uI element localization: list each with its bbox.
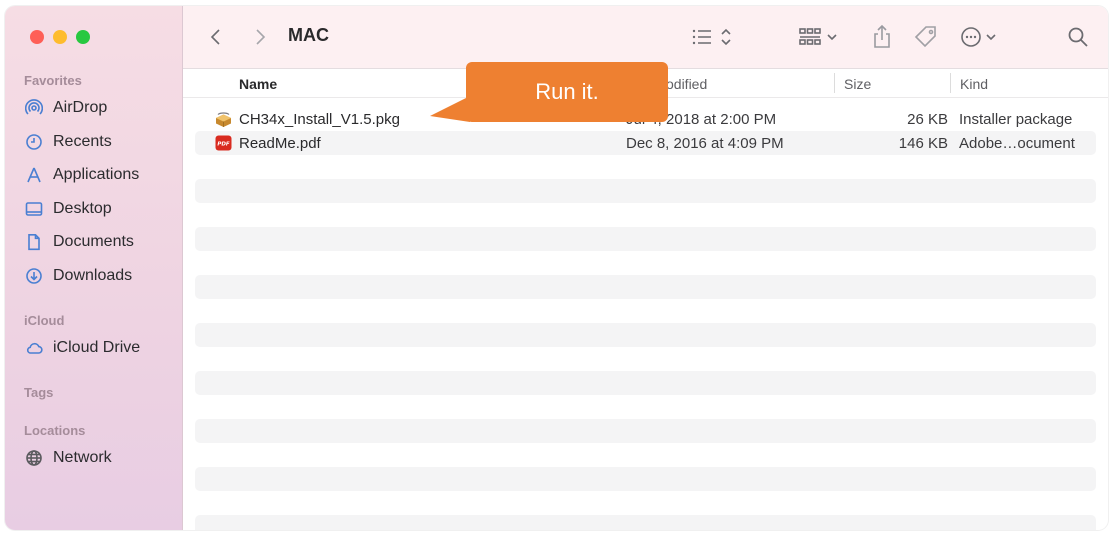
- group-button[interactable]: [799, 22, 843, 52]
- empty-row: [195, 491, 1096, 515]
- sidebar-item-label: Network: [53, 449, 112, 466]
- sidebar-section-icloud: iCloud: [24, 313, 65, 328]
- window-controls: [30, 30, 90, 44]
- sidebar-item-icloud-drive[interactable]: iCloud Drive: [24, 336, 140, 360]
- empty-row: [195, 203, 1096, 227]
- file-name: CH34x_Install_V1.5.pkg: [239, 111, 400, 128]
- sidebar-item-documents[interactable]: Documents: [24, 230, 134, 254]
- empty-row: [195, 179, 1096, 203]
- sidebar-item-label: AirDrop: [53, 99, 108, 116]
- document-icon: [24, 233, 43, 252]
- tag-button[interactable]: [912, 22, 940, 52]
- download-icon: [24, 267, 43, 286]
- package-icon: [216, 112, 231, 127]
- sidebar-item-network[interactable]: Network: [24, 446, 112, 470]
- empty-row: [195, 443, 1096, 467]
- column-size[interactable]: Size: [844, 76, 871, 92]
- zoom-button[interactable]: [76, 30, 90, 44]
- empty-row: [195, 299, 1096, 323]
- file-name: ReadMe.pdf: [239, 135, 321, 152]
- file-size: 146 KB: [898, 135, 948, 152]
- pdf-icon: PDF: [215, 135, 232, 151]
- sidebar-item-label: Documents: [53, 233, 134, 250]
- sidebar-item-airdrop[interactable]: AirDrop: [24, 96, 107, 120]
- chevron-right-icon: [256, 29, 266, 45]
- column-date-modified[interactable]: odified: [666, 76, 707, 92]
- minimize-button[interactable]: [53, 30, 67, 44]
- sidebar-section-locations: Locations: [24, 423, 86, 438]
- grid-view-icon: [799, 28, 837, 45]
- file-kind: Adobe…ocument: [959, 135, 1075, 152]
- tag-icon: [914, 26, 936, 48]
- file-date: Dec 8, 2016 at 4:09 PM: [626, 135, 784, 152]
- empty-row: [195, 251, 1096, 275]
- empty-row: [195, 371, 1096, 395]
- empty-row: [195, 395, 1096, 419]
- forward-button[interactable]: [249, 22, 271, 52]
- column-kind[interactable]: Kind: [960, 76, 988, 92]
- sidebar-item-label: Downloads: [53, 267, 133, 284]
- sidebar-item-applications[interactable]: Applications: [24, 163, 139, 187]
- sidebar-item-recents[interactable]: Recents: [24, 130, 112, 154]
- column-name[interactable]: Name: [239, 76, 277, 92]
- column-separator[interactable]: [834, 73, 835, 93]
- sidebar-item-downloads[interactable]: Downloads: [24, 264, 132, 288]
- empty-row: [195, 155, 1096, 179]
- file-kind: Installer package: [959, 111, 1073, 128]
- sidebar-item-desktop[interactable]: Desktop: [24, 197, 112, 221]
- empty-row: [195, 419, 1096, 443]
- file-size: 26 KB: [907, 111, 948, 128]
- view-list-button[interactable]: [691, 22, 735, 52]
- empty-row: [195, 323, 1096, 347]
- chevron-left-icon: [210, 29, 220, 45]
- list-view-icon: [692, 28, 731, 46]
- more-actions-button[interactable]: [959, 22, 1003, 52]
- search-icon: [1068, 27, 1088, 47]
- window-title: MAC: [288, 25, 329, 45]
- search-button[interactable]: [1064, 22, 1092, 52]
- sidebar-item-label: iCloud Drive: [53, 339, 141, 356]
- sidebar-item-label: Recents: [53, 133, 112, 150]
- share-icon: [874, 24, 890, 48]
- close-button[interactable]: [30, 30, 44, 44]
- empty-row: [195, 515, 1096, 530]
- sidebar-item-label: Applications: [53, 166, 140, 183]
- empty-row: [195, 275, 1096, 299]
- ellipsis-circle-icon: [961, 27, 996, 47]
- file-list: CH34x_Install_V1.5.pkg Jul 4, 2018 at 2:…: [195, 107, 1096, 530]
- column-separator[interactable]: [950, 73, 951, 93]
- file-row[interactable]: PDF ReadMe.pdf Dec 8, 2016 at 4:09 PM 14…: [195, 131, 1096, 155]
- airdrop-icon: [24, 99, 43, 118]
- globe-icon: [24, 449, 43, 468]
- sidebar-item-label: Desktop: [53, 200, 112, 217]
- sidebar: Favorites AirDrop Recents Applications D…: [5, 6, 183, 530]
- toolbar: MAC: [183, 6, 1108, 69]
- back-button[interactable]: [205, 22, 227, 52]
- clock-icon: [24, 133, 43, 152]
- sidebar-section-favorites: Favorites: [24, 73, 82, 88]
- desktop-icon: [24, 200, 43, 219]
- sidebar-section-tags[interactable]: Tags: [24, 385, 53, 400]
- empty-row: [195, 227, 1096, 251]
- share-button[interactable]: [869, 22, 895, 52]
- empty-row: [195, 347, 1096, 371]
- empty-row: [195, 467, 1096, 491]
- applications-icon: [24, 166, 43, 185]
- pdf-icon-label: PDF: [217, 142, 230, 148]
- annotation-callout: Run it.: [466, 62, 668, 122]
- cloud-icon: [24, 339, 43, 358]
